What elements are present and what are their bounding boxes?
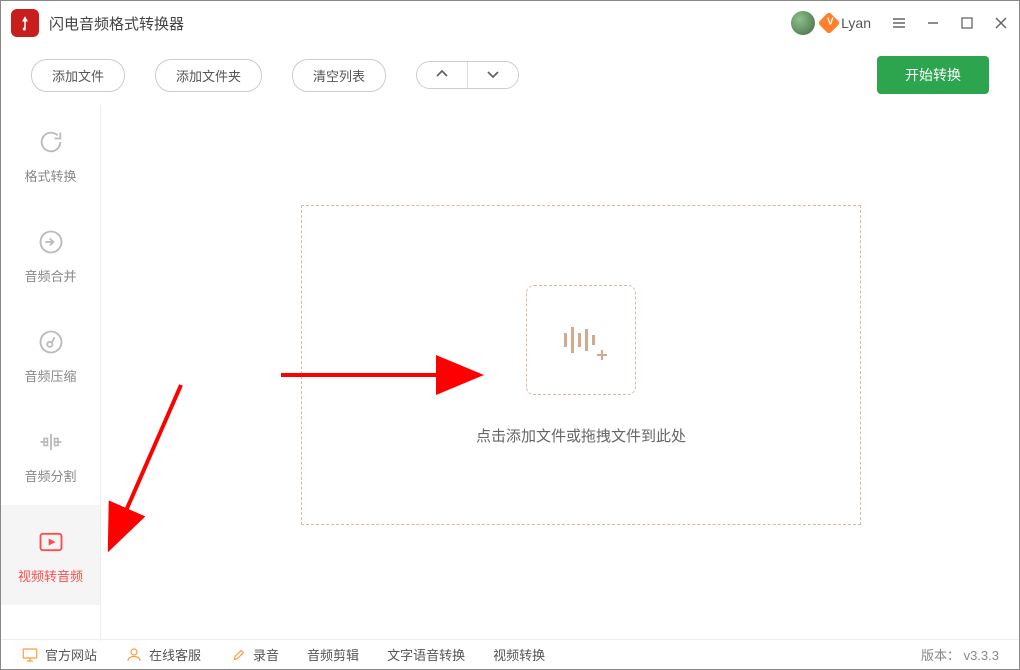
app-icon — [11, 9, 39, 37]
sidebar: 格式转换 音频合并 音频压缩 音频分割 视频转音频 — [1, 105, 101, 641]
footer: 官方网站 在线客服 录音 音频剪辑 文字语音转换 视频转换 版本： v3.3.3 — [1, 639, 1019, 669]
footer-online-support[interactable]: 在线客服 — [125, 645, 201, 664]
refresh-icon — [35, 126, 67, 158]
dropzone[interactable]: 点击添加文件或拖拽文件到此处 — [301, 205, 861, 525]
app-title: 闪电音频格式转换器 — [49, 13, 791, 34]
footer-label: 文字语音转换 — [387, 645, 465, 664]
sidebar-label: 格式转换 — [24, 166, 76, 185]
minimize-icon[interactable] — [925, 15, 941, 31]
move-up-button[interactable] — [417, 62, 468, 88]
sidebar-item-audio-split[interactable]: 音频分割 — [1, 405, 100, 505]
split-icon — [35, 426, 67, 458]
start-convert-button[interactable]: 开始转换 — [877, 56, 989, 94]
sidebar-item-video-to-audio[interactable]: 视频转音频 — [1, 505, 100, 605]
merge-icon — [35, 226, 67, 258]
sidebar-label: 视频转音频 — [18, 566, 83, 585]
user-avatar[interactable] — [791, 11, 815, 35]
play-icon — [35, 526, 67, 558]
maximize-icon[interactable] — [959, 15, 975, 31]
add-file-icon — [526, 285, 636, 395]
mic-icon — [229, 646, 247, 664]
footer-label: 音频剪辑 — [307, 645, 359, 664]
compress-icon — [35, 326, 67, 358]
support-icon — [125, 646, 143, 664]
footer-label: 视频转换 — [493, 645, 545, 664]
footer-label: 在线客服 — [149, 645, 201, 664]
footer-record[interactable]: 录音 — [229, 645, 279, 664]
titlebar: 闪电音频格式转换器 Lyan — [1, 1, 1019, 45]
sidebar-item-audio-merge[interactable]: 音频合并 — [1, 205, 100, 305]
footer-video-convert[interactable]: 视频转换 — [493, 645, 545, 664]
sidebar-item-audio-compress[interactable]: 音频压缩 — [1, 305, 100, 405]
toolbar: 添加文件 添加文件夹 清空列表 开始转换 — [1, 45, 1019, 105]
footer-label: 录音 — [253, 645, 279, 664]
footer-tts[interactable]: 文字语音转换 — [387, 645, 465, 664]
add-folder-button[interactable]: 添加文件夹 — [155, 59, 262, 92]
reorder-group — [416, 61, 519, 89]
sidebar-item-format-convert[interactable]: 格式转换 — [1, 105, 100, 205]
sidebar-label: 音频分割 — [24, 466, 76, 485]
version-label: 版本： v3.3.3 — [921, 645, 999, 664]
sidebar-label: 音频合并 — [24, 266, 76, 285]
footer-official-site[interactable]: 官方网站 — [21, 645, 97, 664]
content-area: 点击添加文件或拖拽文件到此处 — [101, 105, 1019, 641]
move-down-button[interactable] — [468, 62, 518, 88]
footer-audio-edit[interactable]: 音频剪辑 — [307, 645, 359, 664]
dropzone-text: 点击添加文件或拖拽文件到此处 — [476, 425, 686, 446]
add-file-button[interactable]: 添加文件 — [31, 59, 125, 92]
clear-list-button[interactable]: 清空列表 — [292, 59, 386, 92]
close-icon[interactable] — [993, 15, 1009, 31]
menu-icon[interactable] — [891, 15, 907, 31]
username[interactable]: Lyan — [841, 15, 871, 31]
vip-badge-icon — [818, 12, 841, 35]
footer-label: 官方网站 — [45, 645, 97, 664]
monitor-icon — [21, 646, 39, 664]
sidebar-label: 音频压缩 — [24, 366, 76, 385]
